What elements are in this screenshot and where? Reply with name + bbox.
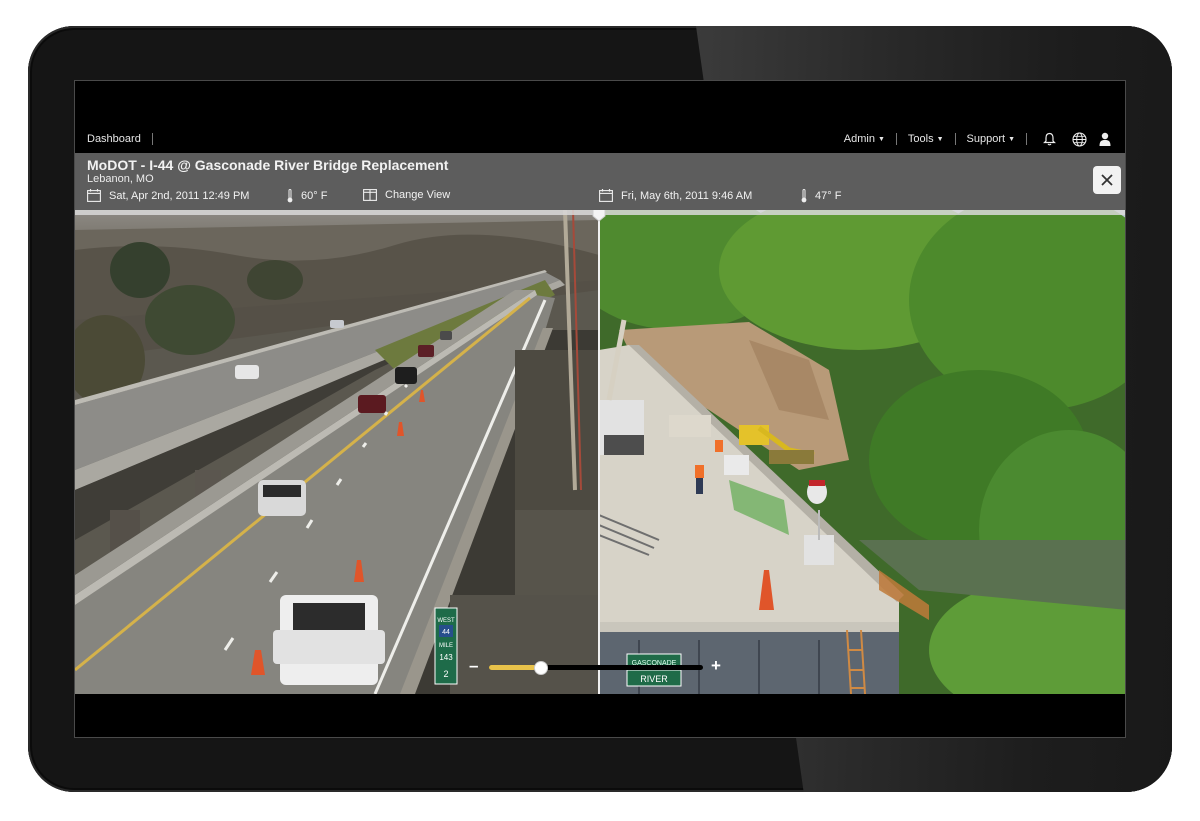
thermometer-icon xyxy=(287,189,293,203)
chevron-down-icon: ▼ xyxy=(1008,135,1015,143)
top-navbar: Dashboard Admin ▼ Tools ▼ Support ▼ xyxy=(75,127,1125,153)
nav-dashboard[interactable]: Dashboard xyxy=(87,133,141,145)
app-screen: Dashboard Admin ▼ Tools ▼ Support ▼ MoDO… xyxy=(74,80,1126,738)
sign-mile: MILE xyxy=(439,643,453,649)
divider-handle-icon[interactable] xyxy=(592,210,606,222)
left-temperature-label: 60° F xyxy=(301,190,328,202)
zoom-fill xyxy=(489,665,536,670)
left-temperature: 60° F xyxy=(287,189,327,203)
chevron-down-icon: ▼ xyxy=(877,135,885,143)
nav-support-menu[interactable]: Support ▼ xyxy=(956,131,1026,147)
right-temperature: 47° F xyxy=(801,189,841,203)
globe-icon[interactable] xyxy=(1071,131,1087,147)
sign-route: 44 xyxy=(442,629,450,636)
left-datetime: Sat, Apr 2nd, 2011 12:49 PM xyxy=(87,189,249,202)
change-view-button[interactable]: Change View xyxy=(363,189,450,201)
zoom-in-button[interactable]: + xyxy=(711,656,721,676)
sign-west: WEST xyxy=(437,618,455,624)
nav-divider xyxy=(151,133,153,145)
zoom-slider[interactable]: – + xyxy=(467,656,729,676)
right-temperature-label: 47° F xyxy=(815,190,842,202)
close-button[interactable] xyxy=(1093,166,1121,194)
nav-admin-menu[interactable]: Admin ▼ xyxy=(833,131,896,147)
zoom-out-button[interactable]: – xyxy=(469,656,478,676)
after-photo: GASCONADE RIVER xyxy=(599,210,1125,694)
right-datetime-label: Fri, May 6th, 2011 9:46 AM xyxy=(621,189,753,202)
user-icon[interactable] xyxy=(1097,131,1113,147)
sign-mile-number: 143 xyxy=(439,653,453,662)
sign-river: RIVER xyxy=(640,674,668,684)
page-title: MoDOT - I-44 @ Gasconade River Bridge Re… xyxy=(87,157,449,173)
before-photo: WEST 44 MILE 143 2 xyxy=(75,210,599,694)
sign-mile-decimal: 2 xyxy=(443,669,448,679)
camera-info-bar: MoDOT - I-44 @ Gasconade River Bridge Re… xyxy=(75,153,1125,210)
calendar-icon xyxy=(87,189,101,202)
nav-support-label: Support xyxy=(966,133,1006,145)
comparison-divider[interactable] xyxy=(598,210,600,694)
thermometer-icon xyxy=(801,189,807,203)
left-datetime-label: Sat, Apr 2nd, 2011 12:49 PM xyxy=(109,189,250,202)
change-view-label: Change View xyxy=(385,189,451,201)
chevron-down-icon: ▼ xyxy=(936,135,944,143)
nav-admin-label: Admin xyxy=(843,133,875,145)
zoom-track[interactable] xyxy=(489,661,703,675)
bell-icon[interactable] xyxy=(1041,131,1057,147)
project-location: Lebanon, MO xyxy=(87,173,154,185)
nav-divider xyxy=(1026,133,1027,145)
nav-tools-label: Tools xyxy=(907,133,934,145)
nav-tools-menu[interactable]: Tools ▼ xyxy=(897,131,955,147)
zoom-handle[interactable] xyxy=(534,661,548,675)
change-view-icon xyxy=(363,189,377,201)
right-datetime: Fri, May 6th, 2011 9:46 AM xyxy=(599,189,752,202)
calendar-icon xyxy=(599,189,613,202)
image-comparison[interactable]: WEST 44 MILE 143 2 GASCONADE RIVER – + xyxy=(75,210,1125,694)
close-icon xyxy=(1101,174,1113,186)
